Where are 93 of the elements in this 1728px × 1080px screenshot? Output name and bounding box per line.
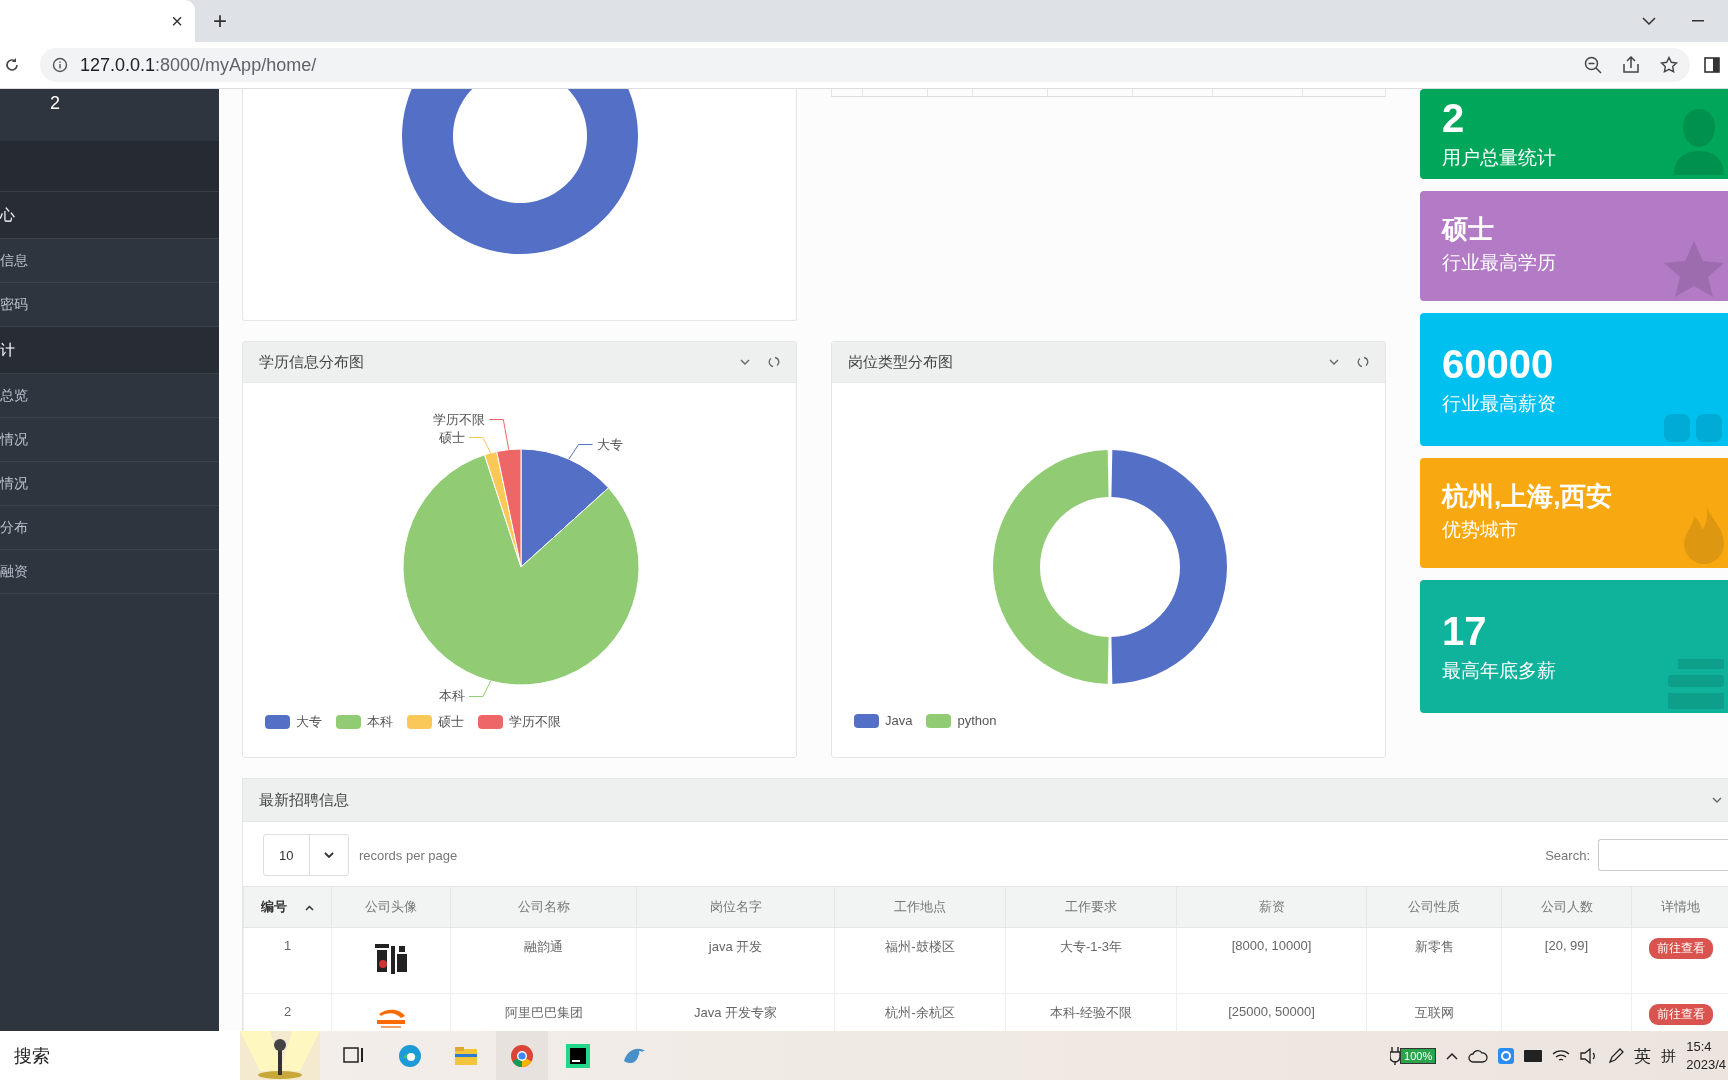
chevron-down-icon[interactable]: [1642, 17, 1656, 25]
stat-value: 60000: [1442, 342, 1555, 385]
legend-label: python: [957, 713, 997, 728]
bookmark-star-icon[interactable]: [1660, 56, 1678, 74]
search-label: Search:: [1545, 847, 1590, 863]
table-cell: [8000, 10000]: [1176, 927, 1367, 994]
refresh-icon[interactable]: [768, 356, 780, 368]
legend-item[interactable]: 本科: [336, 713, 393, 731]
slice-label: 大专: [596, 436, 623, 452]
clock-date[interactable]: 2023/4: [1686, 1056, 1726, 1074]
stat-label: 行业最高薪资: [1442, 391, 1557, 416]
leader-line: [468, 680, 492, 697]
input-mode-indicator[interactable]: 拼: [1661, 1046, 1677, 1066]
browser-tab[interactable]: ×: [0, 0, 195, 42]
zoom-out-icon[interactable]: [1584, 56, 1602, 74]
sort-ascending-icon[interactable]: [304, 905, 314, 911]
legend-item[interactable]: 硕士: [407, 713, 464, 731]
collapse-chevron-icon[interactable]: [1329, 359, 1339, 365]
table-cell: 福州-鼓楼区: [834, 927, 1006, 994]
chevron-up-icon[interactable]: [1446, 1052, 1459, 1060]
column-header[interactable]: 编号: [243, 886, 332, 928]
column-header[interactable]: 工作地点: [834, 886, 1006, 928]
column-header[interactable]: 岗位名字: [636, 886, 835, 928]
legend-label: 大专: [296, 713, 322, 731]
table-cell: 新零售: [1366, 927, 1502, 994]
column-header[interactable]: 公司头像: [331, 886, 451, 928]
stat-label: 用户总量统计: [1442, 146, 1557, 170]
input-language-indicator[interactable]: 英: [1634, 1044, 1652, 1068]
column-header[interactable]: 薪资: [1176, 886, 1367, 928]
reload-icon[interactable]: [4, 57, 20, 73]
column-header[interactable]: 公司人数: [1501, 886, 1632, 928]
stat-label: 行业最高学历: [1442, 250, 1557, 275]
collapse-chevron-icon[interactable]: [1712, 797, 1722, 803]
leader-line: [568, 444, 594, 460]
url-text: 127.0.0.1:8000/myApp/home/: [80, 54, 317, 76]
new-tab-button[interactable]: +: [207, 0, 233, 42]
legend-item[interactable]: 学历不限: [478, 713, 561, 731]
stat-value: 17: [1442, 609, 1488, 652]
view-details-button[interactable]: 前往查看: [1648, 938, 1713, 959]
legend-item[interactable]: python: [926, 713, 997, 728]
pen-icon[interactable]: [1608, 1048, 1625, 1064]
table-cell: 1: [243, 927, 332, 994]
legend-label: 本科: [367, 713, 393, 731]
stat-value: 杭州,上海,西安: [1442, 483, 1614, 511]
legend-label: Java: [885, 713, 913, 728]
legend-item[interactable]: Java: [854, 713, 913, 728]
legend-label: 学历不限: [509, 713, 561, 731]
menu-group-header[interactable]: 计: [0, 327, 219, 374]
collapse-chevron-icon[interactable]: [740, 359, 750, 365]
legend-label: 硕士: [438, 713, 464, 731]
table-cell: 融韵通: [450, 927, 637, 994]
stat-label: 最高年底多薪: [1442, 658, 1557, 683]
user-count: 2: [50, 93, 60, 113]
rounded-squares-icon: [1664, 414, 1724, 442]
power-plug-icon: [1390, 1047, 1401, 1065]
taskbar-search[interactable]: 搜索: [0, 1031, 240, 1080]
page-size-select[interactable]: 10: [263, 834, 349, 876]
table-cell: 大专-1-3年: [1005, 927, 1177, 994]
minimize-icon[interactable]: [1692, 20, 1704, 22]
close-tab-button[interactable]: ×: [167, 9, 187, 33]
app-tray-icon[interactable]: [1498, 1048, 1515, 1064]
legend-item[interactable]: 大专: [265, 713, 322, 731]
side-panel-icon[interactable]: [1704, 57, 1720, 73]
clock-time[interactable]: 15:4: [1686, 1038, 1726, 1056]
chevron-down-icon: [324, 852, 334, 858]
star-icon: [1664, 241, 1724, 297]
stat-value: 2: [1442, 97, 1466, 139]
table-cell: [20, 99]: [1501, 927, 1632, 994]
menu-group-header[interactable]: 心: [0, 192, 219, 239]
share-icon[interactable]: [1622, 56, 1640, 74]
code-editor-icon[interactable]: [565, 1043, 591, 1069]
card-title: 最新招聘信息: [259, 790, 350, 810]
stat-value: 硕士: [1442, 216, 1495, 244]
card-title: 学历信息分布图: [259, 352, 365, 372]
slice-label: 学历不限: [433, 411, 486, 427]
column-header[interactable]: 工作要求: [1005, 886, 1177, 928]
info-icon: [52, 57, 68, 73]
stat-label: 优势城市: [1442, 517, 1519, 542]
column-header[interactable]: 公司性质: [1366, 886, 1502, 928]
slice-label: 硕士: [438, 429, 465, 445]
view-details-button[interactable]: 前往查看: [1648, 1004, 1713, 1025]
card-title: 岗位类型分布图: [848, 352, 954, 372]
search-field[interactable]: [1598, 839, 1728, 871]
address-bar[interactable]: 127.0.0.1:8000/myApp/home/: [40, 48, 1690, 82]
table-cell: java 开发: [636, 927, 835, 994]
refresh-icon[interactable]: [1357, 356, 1369, 368]
slice-label: 本科: [438, 688, 465, 704]
records-per-page-label: records per page: [359, 847, 459, 863]
column-header[interactable]: 公司名称: [450, 886, 637, 928]
cloud-icon[interactable]: [1468, 1049, 1489, 1063]
chrome-browser-icon[interactable]: [509, 1043, 535, 1069]
edge-browser-icon[interactable]: [397, 1043, 423, 1069]
column-header[interactable]: 详情地: [1631, 886, 1728, 928]
